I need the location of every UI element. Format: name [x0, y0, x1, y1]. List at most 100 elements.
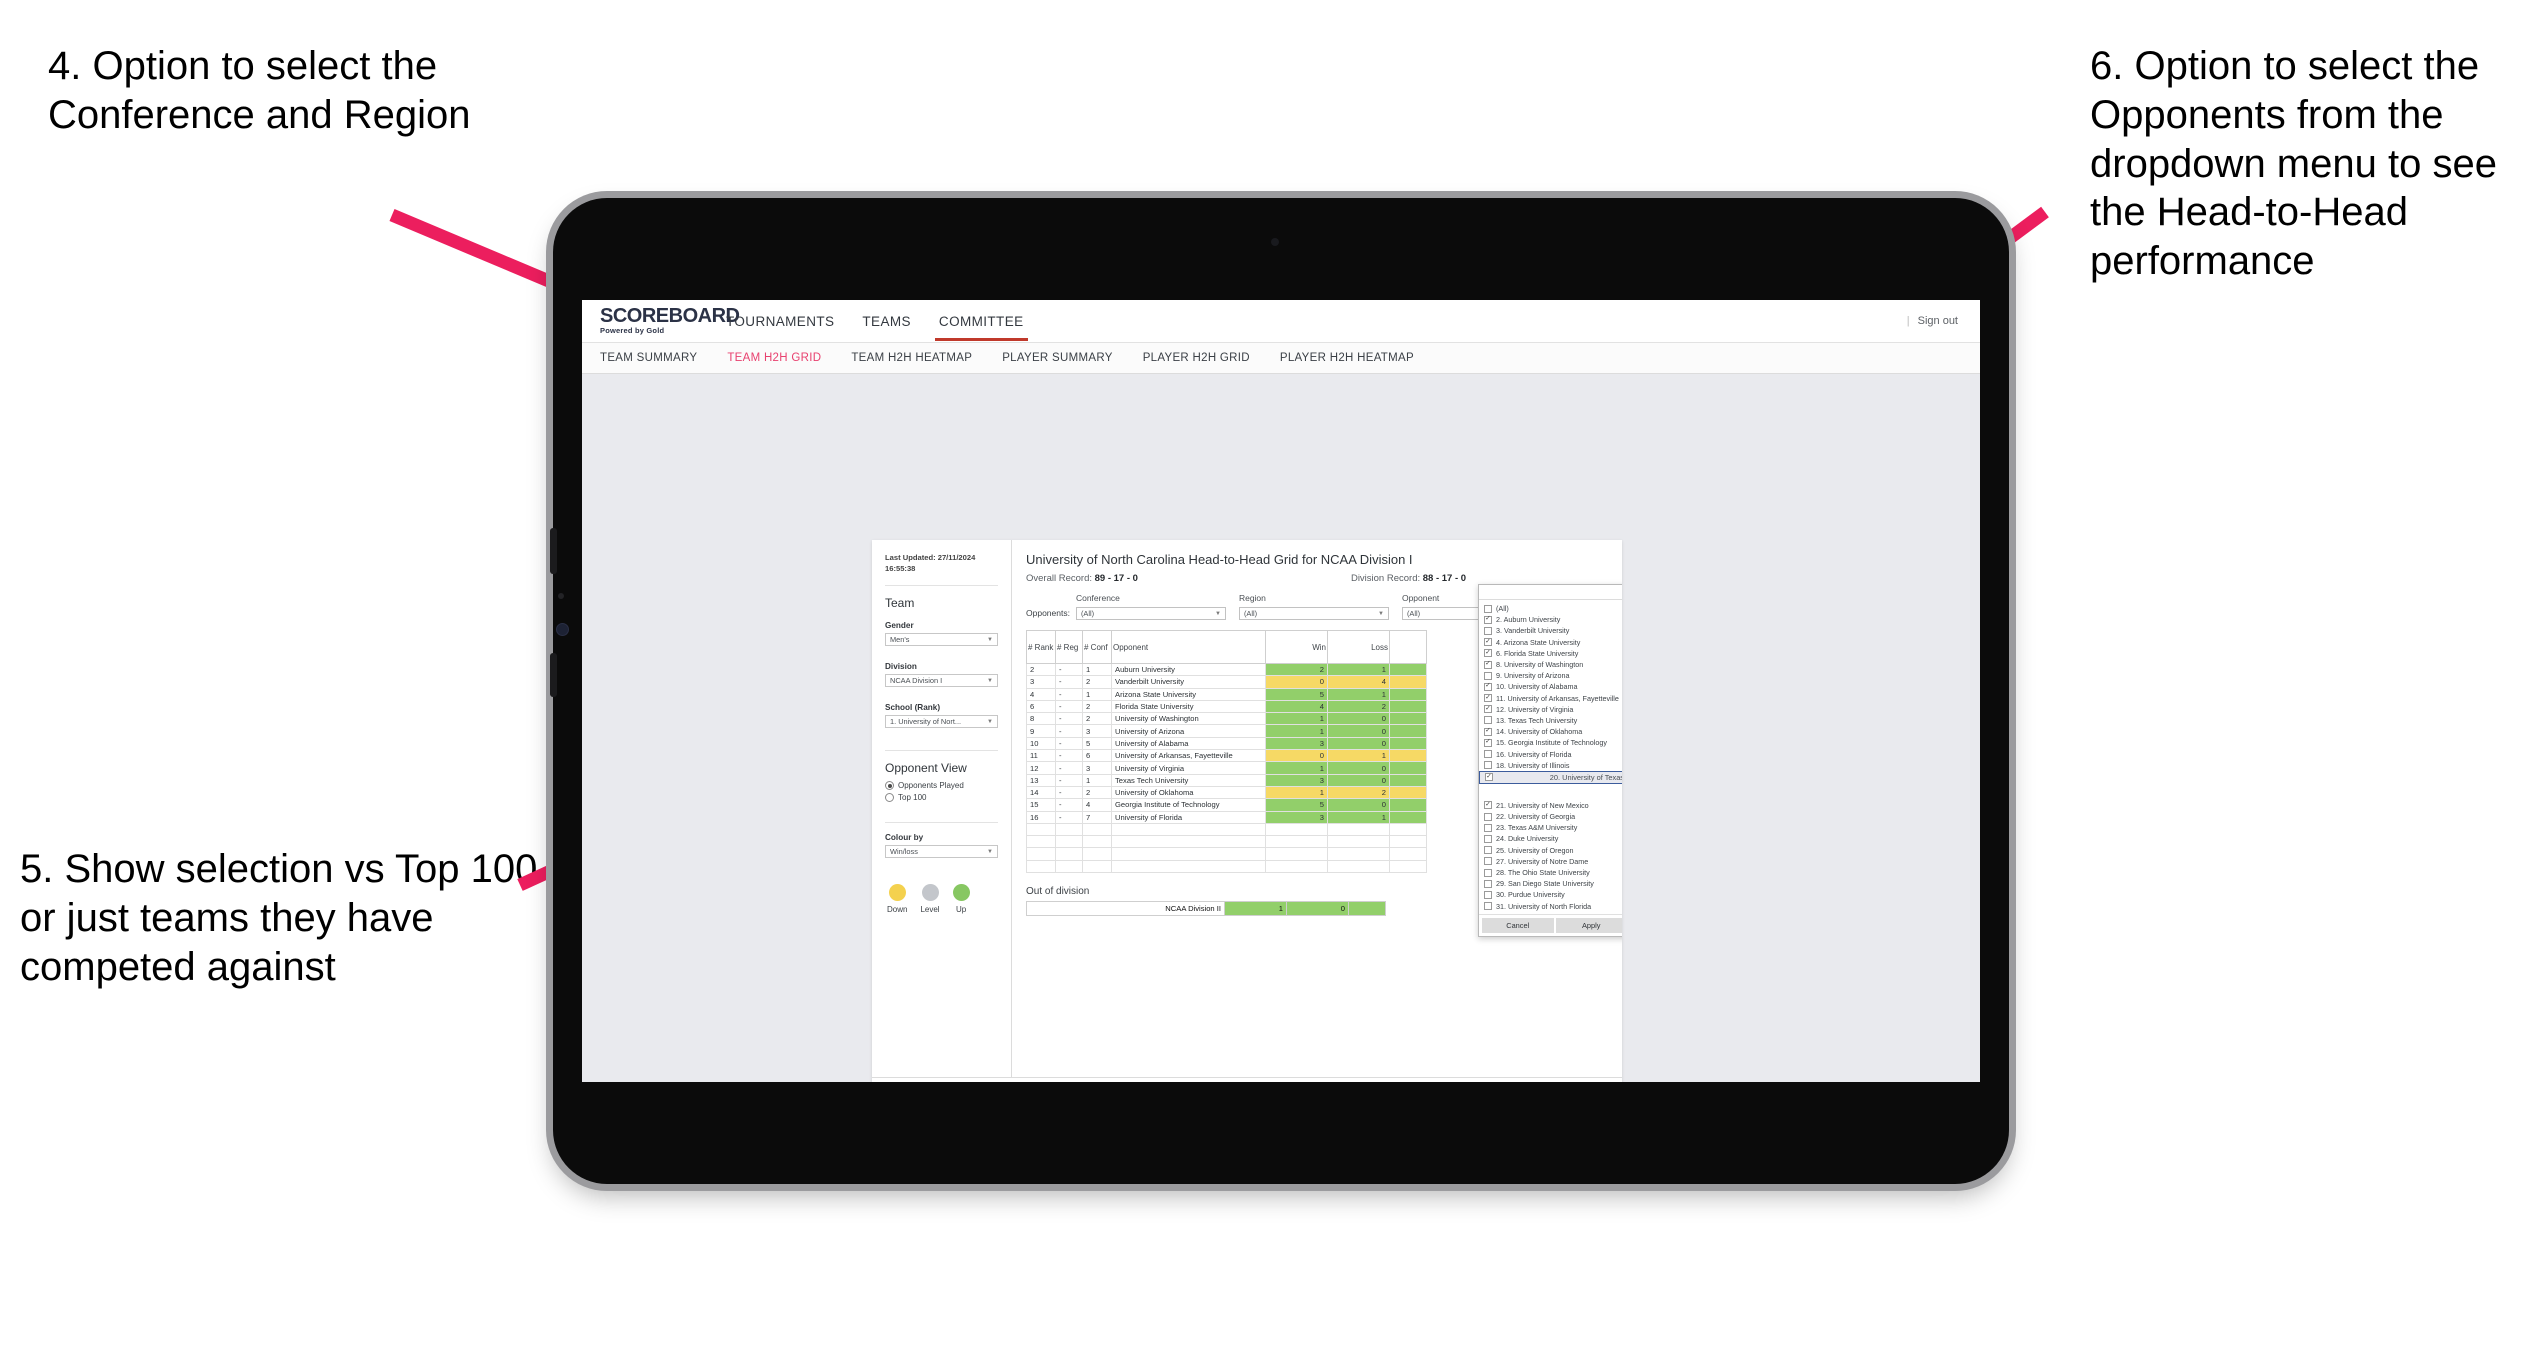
brand-logo[interactable]: SCOREBOARD Powered by Gold — [600, 306, 740, 335]
table-row[interactable]: 2-1 Auburn University 2 1 — [1026, 662, 1427, 677]
opponent-dropdown-item-label: 21. University of New Mexico — [1496, 800, 1589, 810]
opponent-dropdown-item[interactable]: 15. Georgia Institute of Technology — [1479, 737, 1622, 748]
opponent-dropdown-list[interactable]: (All)2. Auburn University3. Vanderbilt U… — [1479, 600, 1622, 914]
checkbox-icon[interactable] — [1484, 615, 1492, 624]
opponent-dropdown-item[interactable]: 23. Texas A&M University — [1479, 822, 1622, 833]
checkbox-icon[interactable] — [1484, 705, 1492, 714]
opponent-dropdown-item[interactable]: 21. University of New Mexico — [1479, 800, 1622, 811]
divider — [885, 750, 998, 751]
radio-top-100[interactable]: Top 100 — [885, 793, 998, 802]
subnav-player-h2h-heatmap[interactable]: PLAYER H2H HEATMAP — [1280, 352, 1414, 364]
opponent-dropdown-item[interactable]: 3. Vanderbilt University — [1479, 625, 1622, 636]
opponent-dropdown-item[interactable]: 14. University of Oklahoma — [1479, 726, 1622, 737]
opponent-dropdown-menu[interactable]: (All)2. Auburn University3. Vanderbilt U… — [1478, 584, 1622, 937]
radio-opponents-played[interactable]: Opponents Played — [885, 781, 998, 790]
checkbox-icon[interactable] — [1485, 773, 1493, 782]
checkbox-icon[interactable] — [1484, 671, 1492, 680]
checkbox-icon[interactable] — [1484, 682, 1492, 691]
subnav-player-h2h-grid[interactable]: PLAYER H2H GRID — [1143, 352, 1250, 364]
table-row[interactable]: 11-6 University of Arkansas, Fayetteville… — [1026, 749, 1427, 763]
checkbox-icon[interactable] — [1484, 716, 1492, 725]
checkbox-icon[interactable] — [1484, 727, 1492, 736]
checkbox-icon[interactable] — [1484, 626, 1492, 635]
sign-out-link[interactable]: | Sign out — [1907, 315, 1958, 327]
opponent-dropdown-item[interactable]: 29. San Diego State University — [1479, 878, 1622, 889]
subnav-team-summary[interactable]: TEAM SUMMARY — [600, 352, 697, 364]
opponent-dropdown-item[interactable]: 4. Arizona State University — [1479, 637, 1622, 648]
gender-select[interactable]: Men's ▼ — [885, 633, 998, 646]
opponent-dropdown-item[interactable]: 16. University of Florida — [1479, 748, 1622, 759]
opponent-dropdown-item[interactable]: 6. Florida State University — [1479, 648, 1622, 659]
checkbox-icon[interactable] — [1484, 604, 1492, 613]
opponent-dropdown-search[interactable] — [1479, 585, 1622, 600]
cancel-button[interactable]: Cancel — [1482, 917, 1554, 933]
checkbox-icon[interactable] — [1484, 649, 1492, 658]
checkbox-icon[interactable] — [1484, 846, 1492, 855]
table-row[interactable]: 13-1 Texas Tech University 3 0 — [1026, 773, 1427, 787]
checkbox-icon[interactable] — [1484, 834, 1492, 843]
cell-win: 3 — [1265, 810, 1328, 824]
opponent-dropdown-item-label: 27. University of Notre Dame — [1496, 856, 1589, 866]
opponent-dropdown-item-label: 16. University of Florida — [1496, 749, 1572, 759]
table-row[interactable]: 15-4 Georgia Institute of Technology 5 0 — [1026, 798, 1427, 812]
table-row[interactable]: 14-2 University of Oklahoma 1 2 — [1026, 785, 1427, 800]
checkbox-icon[interactable] — [1484, 879, 1492, 888]
checkbox-icon[interactable] — [1484, 750, 1492, 759]
opponent-dropdown-item[interactable]: 24. Duke University — [1479, 833, 1622, 844]
table-row[interactable]: 9-3 University of Arizona 1 0 — [1026, 724, 1427, 738]
opponent-dropdown-item[interactable]: 30. Purdue University — [1479, 889, 1622, 900]
checkbox-icon[interactable] — [1484, 902, 1492, 911]
opponent-dropdown-item[interactable]: 25. University of Oregon — [1479, 845, 1622, 856]
opponent-dropdown-item[interactable]: 20. University of Texas — [1479, 770, 1622, 784]
checkbox-icon[interactable] — [1484, 823, 1492, 832]
opponent-dropdown-item[interactable]: 31. University of North Florida — [1479, 901, 1622, 912]
h2h-grid-table: # Rank # Reg # Conf Opponent Win Loss 2-… — [1026, 630, 1427, 874]
table-row[interactable]: 10-5 University of Alabama 3 0 — [1026, 736, 1427, 751]
checkbox-icon[interactable] — [1484, 761, 1492, 770]
table-row[interactable]: 4-1 Arizona State University 5 1 — [1026, 687, 1427, 701]
checkbox-icon[interactable] — [1484, 857, 1492, 866]
opponent-dropdown-item[interactable]: 28. The Ohio State University — [1479, 867, 1622, 878]
opponent-dropdown-item[interactable]: 13. Texas Tech University — [1479, 715, 1622, 726]
subnav-player-summary[interactable]: PLAYER SUMMARY — [1002, 352, 1113, 364]
division-select[interactable]: NCAA Division I ▼ — [885, 674, 998, 687]
opponent-dropdown-item[interactable]: 10. University of Alabama — [1479, 681, 1622, 692]
nav-item-tournaments[interactable]: TOURNAMENTS — [712, 302, 848, 340]
subnav-team-h2h-heatmap[interactable]: TEAM H2H HEATMAP — [851, 352, 972, 364]
school-rank-select[interactable]: 1. University of Nort... ▼ — [885, 715, 998, 728]
checkbox-icon[interactable] — [1484, 801, 1492, 810]
table-row[interactable]: 12-3 University of Virginia 1 0 — [1026, 761, 1427, 775]
conference-filter-select[interactable]: (All) ▼ — [1075, 607, 1226, 620]
nav-item-teams[interactable]: TEAMS — [848, 302, 925, 340]
checkbox-icon[interactable] — [1484, 868, 1492, 877]
side-button-top[interactable] — [550, 528, 557, 574]
checkbox-icon[interactable] — [1484, 812, 1492, 821]
legend-label-level: Level — [920, 905, 940, 914]
checkbox-icon[interactable] — [1484, 638, 1492, 647]
opponent-dropdown-item[interactable]: 12. University of Virginia — [1479, 704, 1622, 715]
region-filter-select[interactable]: (All) ▼ — [1238, 607, 1389, 620]
nav-item-committee[interactable]: COMMITTEE — [925, 302, 1038, 341]
col-conf: # Conf — [1082, 630, 1112, 664]
colour-by-select[interactable]: Win/loss ▼ — [885, 845, 998, 858]
opponent-dropdown-item[interactable]: 9. University of Arizona — [1479, 670, 1622, 681]
side-button-bottom[interactable] — [550, 653, 557, 697]
opponent-dropdown-item[interactable]: 27. University of Notre Dame — [1479, 856, 1622, 867]
opponent-dropdown-item[interactable]: (All) — [1479, 603, 1622, 614]
opponent-dropdown-item[interactable]: 18. University of Illinois — [1479, 760, 1622, 771]
checkbox-icon[interactable] — [1484, 738, 1492, 747]
checkbox-icon[interactable] — [1484, 660, 1492, 669]
table-row[interactable]: 6-2 Florida State University 4 2 — [1026, 699, 1427, 714]
table-row[interactable]: 8-2 University of Washington 1 0 — [1026, 712, 1427, 726]
opponent-dropdown-item[interactable]: 22. University of Georgia — [1479, 811, 1622, 822]
apply-button[interactable]: Apply — [1555, 917, 1622, 933]
cell-loss: 0 — [1327, 712, 1390, 726]
checkbox-icon[interactable] — [1484, 694, 1492, 703]
checkbox-icon[interactable] — [1484, 890, 1492, 899]
subnav-team-h2h-grid[interactable]: TEAM H2H GRID — [727, 352, 821, 364]
opponent-dropdown-item[interactable]: 2. Auburn University — [1479, 614, 1622, 625]
opponent-dropdown-item[interactable]: 11. University of Arkansas, Fayetteville — [1479, 693, 1622, 704]
table-row[interactable]: 3-2 Vanderbilt University 0 4 — [1026, 675, 1427, 689]
table-row[interactable]: 16-7 University of Florida 3 1 — [1026, 810, 1427, 824]
opponent-dropdown-item[interactable]: 8. University of Washington — [1479, 659, 1622, 670]
